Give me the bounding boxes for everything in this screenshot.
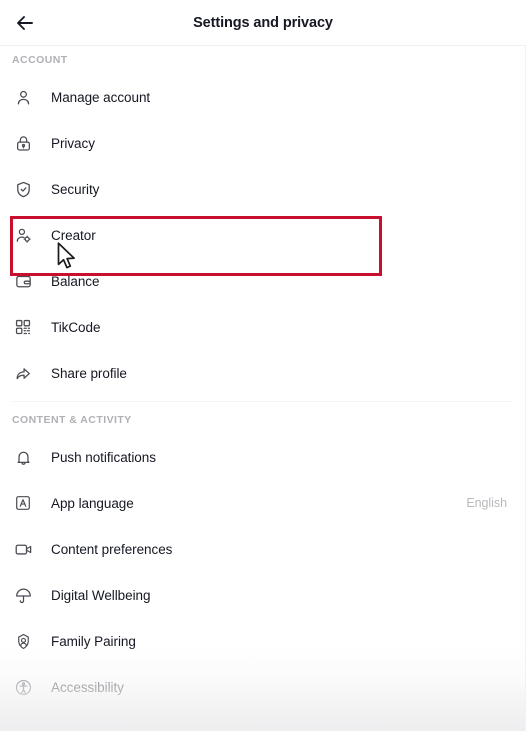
- partial-icon: [12, 722, 34, 731]
- family-pairing-icon: [12, 630, 34, 652]
- setting-row-label: [51, 726, 55, 731]
- setting-row-label: Push notifications: [51, 449, 156, 465]
- setting-row-label: Family Pairing: [51, 633, 136, 649]
- setting-row-label: Privacy: [51, 135, 95, 151]
- setting-row-content-preferences[interactable]: Content preferences: [0, 526, 525, 572]
- page-title: Settings and privacy: [193, 14, 333, 31]
- setting-row-accessibility[interactable]: Accessibility: [0, 664, 525, 710]
- accessibility-icon: [12, 676, 34, 698]
- video-camera-icon: [12, 538, 34, 560]
- setting-row-label: Share profile: [51, 365, 127, 381]
- umbrella-icon: [12, 584, 34, 606]
- setting-row-label: Content preferences: [51, 541, 173, 557]
- setting-row-manage-account[interactable]: Manage account: [0, 74, 525, 120]
- app-language-value: English: [466, 496, 507, 510]
- setting-row-tikcode[interactable]: TikCode: [0, 304, 525, 350]
- setting-row-privacy[interactable]: Privacy: [0, 120, 525, 166]
- setting-row-family-pairing[interactable]: Family Pairing: [0, 618, 525, 664]
- back-arrow-icon[interactable]: [12, 10, 38, 36]
- setting-row-cut-off[interactable]: [0, 710, 525, 731]
- setting-row-security[interactable]: Security: [0, 166, 525, 212]
- settings-list[interactable]: ACCOUNT Manage account Privacy Security …: [0, 46, 526, 731]
- setting-row-label: Security: [51, 181, 100, 197]
- section-header-account: ACCOUNT: [12, 54, 68, 66]
- setting-row-creator[interactable]: Creator: [0, 212, 525, 258]
- qr-code-icon: [12, 316, 34, 338]
- wallet-icon: [12, 270, 34, 292]
- setting-row-label: Digital Wellbeing: [51, 587, 151, 603]
- setting-row-push-notifications[interactable]: Push notifications: [0, 434, 525, 480]
- setting-row-label: TikCode: [51, 319, 101, 335]
- setting-row-balance[interactable]: Balance: [0, 258, 525, 304]
- app-header: Settings and privacy: [0, 0, 526, 46]
- share-arrow-icon: [12, 362, 34, 384]
- setting-row-app-language[interactable]: App language English: [0, 480, 525, 526]
- setting-row-label: Balance: [51, 273, 100, 289]
- person-icon: [12, 86, 34, 108]
- lock-icon: [12, 132, 34, 154]
- letter-a-box-icon: [12, 492, 34, 514]
- setting-row-label: Creator: [51, 227, 96, 243]
- setting-row-label: App language: [51, 495, 134, 511]
- shield-check-icon: [12, 178, 34, 200]
- setting-row-digital-wellbeing[interactable]: Digital Wellbeing: [0, 572, 525, 618]
- setting-row-label: Manage account: [51, 89, 151, 105]
- section-divider: [12, 401, 513, 402]
- section-header-content-activity: CONTENT & ACTIVITY: [12, 414, 132, 426]
- setting-row-share-profile[interactable]: Share profile: [0, 350, 525, 396]
- person-gear-icon: [12, 224, 34, 246]
- settings-screen: Settings and privacy ACCOUNT Manage acco…: [0, 0, 526, 731]
- bell-icon: [12, 446, 34, 468]
- setting-row-label: Accessibility: [51, 679, 124, 695]
